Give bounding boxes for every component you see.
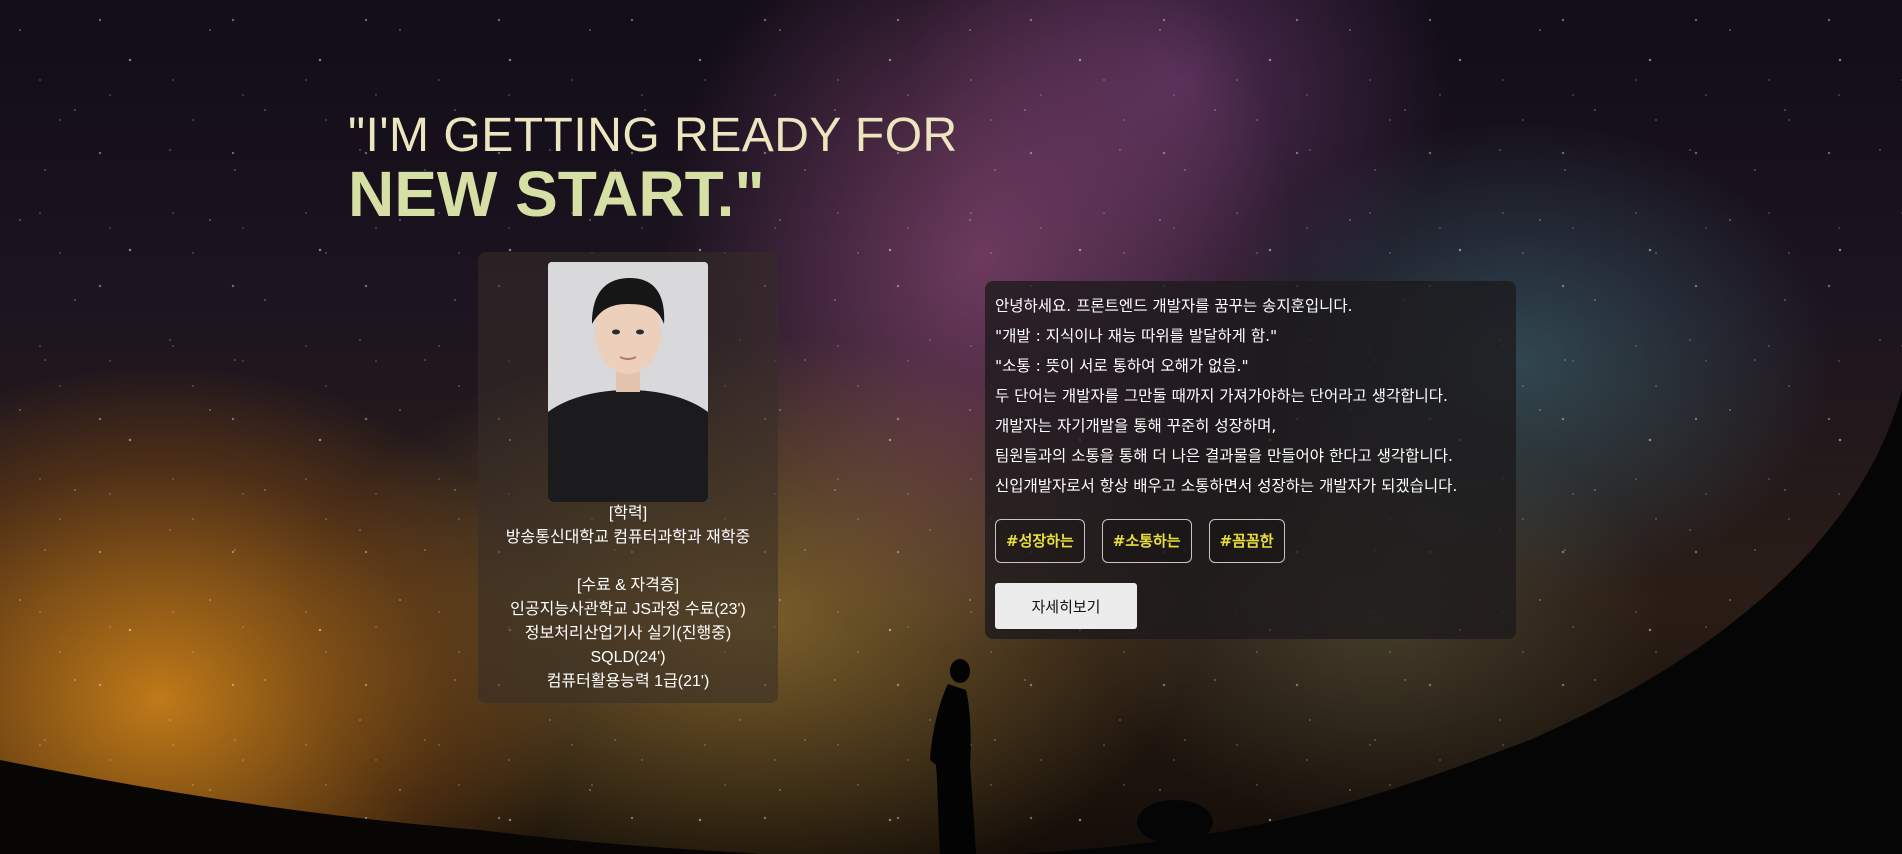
cert-item: 컴퓨터활용능력 1급(21'): [546, 673, 710, 690]
cert-item: 정보처리산업기사 실기(진행중): [524, 625, 732, 642]
profile-details: [학력] 방송통신대학교 컴퓨터과학과 재학중 [수료 & 자격증] 인공지능사…: [478, 502, 778, 694]
intro-line: 개발자는 자기개발을 통해 꾸준히 성장하며,: [995, 417, 1277, 435]
certs-heading: [수료 & 자격증]: [576, 577, 680, 594]
intro-line: "개발 : 지식이나 재능 따위를 발달하게 함.": [995, 327, 1278, 345]
tag-growth[interactable]: #성장하는: [995, 519, 1085, 563]
hero-headline: "I'M GETTING READY FOR NEW START.": [348, 109, 958, 230]
intro-line: 안녕하세요. 프론트엔드 개발자를 꿈꾸는 송지훈입니다.: [995, 297, 1353, 315]
keyword-tags: #성장하는 #소통하는 #꼼꼼한: [995, 519, 1285, 563]
intro-line: 신입개발자로서 항상 배우고 소통하면서 성장하는 개발자가 되겠습니다.: [995, 477, 1458, 495]
read-more-button[interactable]: 자세히보기: [995, 583, 1137, 629]
tag-meticulous[interactable]: #꼼꼼한: [1208, 519, 1285, 563]
cert-item: 인공지능사관학교 JS과정 수료(23'): [510, 601, 746, 618]
tag-communication[interactable]: #소통하는: [1101, 519, 1192, 563]
intro-line: 두 단어는 개발자를 그만둘 때까지 가져가야하는 단어라고 생각합니다.: [995, 387, 1448, 405]
education-text: 방송통신대학교 컴퓨터과학과 재학중: [505, 529, 751, 546]
headline-line-1: "I'M GETTING READY FOR: [348, 109, 958, 162]
profile-photo: [548, 262, 708, 502]
intro-line: "소통 : 뜻이 서로 통하여 오해가 없음.": [995, 357, 1249, 375]
cert-item: SQLD(24'): [590, 649, 666, 666]
intro-line: 팀원들과의 소통을 통해 더 나은 결과물을 만들어야 한다고 생각합니다.: [995, 447, 1453, 465]
education-heading: [학력]: [608, 505, 648, 522]
profile-card: [학력] 방송통신대학교 컴퓨터과학과 재학중 [수료 & 자격증] 인공지능사…: [478, 252, 778, 703]
person-silhouette: [930, 659, 976, 854]
headline-line-2: NEW START.": [348, 158, 765, 230]
intro-text: 안녕하세요. 프론트엔드 개발자를 꿈꾸는 송지훈입니다. "개발 : 지식이나…: [995, 291, 1457, 501]
intro-card: 안녕하세요. 프론트엔드 개발자를 꿈꾸는 송지훈입니다. "개발 : 지식이나…: [985, 281, 1516, 639]
